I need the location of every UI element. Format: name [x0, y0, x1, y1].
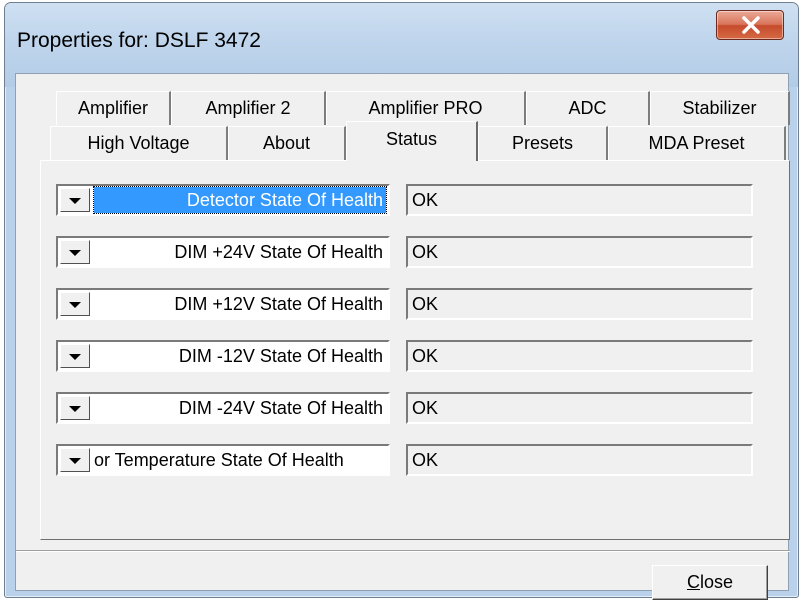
status-value: OK	[406, 392, 753, 424]
combo-selected-text: or Temperature State Of Health	[94, 450, 344, 470]
tab-mda-preset[interactable]: MDA Preset	[608, 126, 786, 160]
tab-label: Amplifier 2	[205, 98, 291, 118]
status-value: OK	[406, 288, 753, 320]
tab-label: About	[262, 133, 311, 153]
status-row: Detector State Of Health OK	[56, 184, 756, 218]
chevron-down-icon	[69, 406, 81, 412]
tab-status[interactable]: Status	[346, 121, 478, 161]
tab-label: Status	[385, 129, 438, 149]
close-label-rest: lose	[699, 572, 734, 592]
combo-selected-text: DIM -12V State Of Health	[178, 346, 383, 366]
close-mnemonic: C	[686, 572, 700, 592]
status-value: OK	[406, 184, 753, 216]
tab-label: Presets	[511, 133, 574, 153]
state-combobox[interactable]: DIM +24V State Of Health	[56, 236, 390, 268]
status-row: or Temperature State Of Health OK	[56, 444, 756, 478]
state-combobox[interactable]: DIM -12V State Of Health	[56, 340, 390, 372]
tab-about[interactable]: About	[228, 126, 346, 160]
chevron-down-icon	[69, 458, 81, 464]
state-combobox[interactable]: DIM -24V State Of Health	[56, 392, 390, 424]
combo-selected-text: DIM -24V State Of Health	[178, 398, 383, 418]
tab-label: MDA Preset	[648, 133, 745, 153]
chevron-down-icon	[69, 302, 81, 308]
state-combobox[interactable]: or Temperature State Of Health	[56, 444, 390, 476]
status-row: DIM -24V State Of Health OK	[56, 392, 756, 426]
window-title: Properties for: DSLF 3472	[17, 29, 261, 52]
tab-presets[interactable]: Presets	[478, 126, 608, 160]
status-value: OK	[406, 444, 753, 476]
status-row: DIM +12V State Of Health OK	[56, 288, 756, 322]
properties-window: Properties for: DSLF 3472 Amplifier Ampl…	[4, 2, 799, 600]
dropdown-button[interactable]	[60, 188, 90, 212]
tab-adc[interactable]: ADC	[526, 91, 650, 125]
tab-label: Stabilizer	[682, 98, 757, 118]
dropdown-button[interactable]	[60, 344, 90, 368]
tab-label: Amplifier	[77, 98, 148, 118]
chevron-down-icon	[69, 354, 81, 360]
combo-selected-text: Detector State Of Health	[93, 186, 387, 214]
window-close-button[interactable]	[716, 10, 784, 40]
tab-label: ADC	[568, 98, 607, 118]
dropdown-button[interactable]	[60, 240, 90, 264]
dialog-client-area: Amplifier Amplifier 2 Amplifier PRO ADC …	[15, 73, 790, 600]
tab-high-voltage[interactable]: High Voltage	[50, 126, 228, 160]
dropdown-button[interactable]	[60, 292, 90, 316]
tab-label: Amplifier PRO	[368, 98, 483, 118]
state-combobox[interactable]: Detector State Of Health	[56, 184, 390, 216]
status-row: DIM +24V State Of Health OK	[56, 236, 756, 270]
divider	[16, 550, 790, 552]
tab-amplifier-2[interactable]: Amplifier 2	[171, 91, 326, 125]
dropdown-button[interactable]	[60, 448, 90, 472]
tab-amplifier[interactable]: Amplifier	[56, 91, 171, 125]
tab-label: High Voltage	[87, 133, 190, 153]
tab-stabilizer[interactable]: Stabilizer	[650, 91, 790, 125]
combo-selected-text: DIM +24V State Of Health	[174, 242, 383, 262]
status-row: DIM -12V State Of Health OK	[56, 340, 756, 374]
status-value: OK	[406, 340, 753, 372]
close-icon	[742, 16, 760, 34]
state-combobox[interactable]: DIM +12V State Of Health	[56, 288, 390, 320]
combo-selected-text: DIM +12V State Of Health	[174, 294, 383, 314]
tab-amplifier-pro[interactable]: Amplifier PRO	[326, 91, 526, 125]
status-value: OK	[406, 236, 753, 268]
close-button[interactable]: Close	[652, 565, 768, 600]
chevron-down-icon	[69, 198, 81, 204]
dropdown-button[interactable]	[60, 396, 90, 420]
chevron-down-icon	[69, 250, 81, 256]
